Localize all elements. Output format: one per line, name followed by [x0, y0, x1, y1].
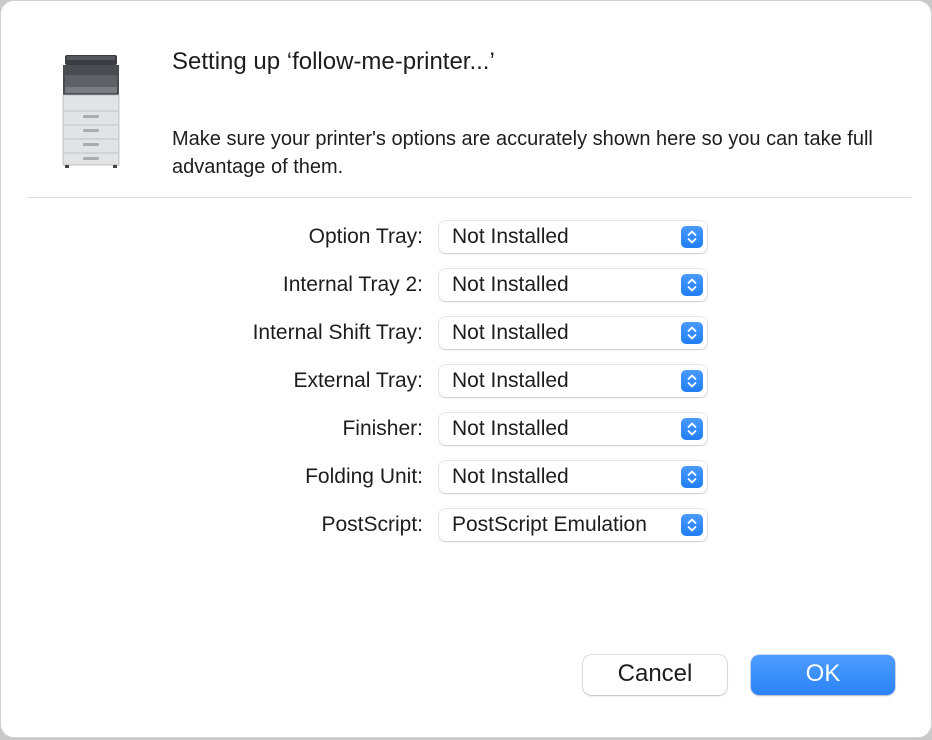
option-label: Finisher:	[342, 417, 423, 440]
folding-unit-popup[interactable]: Not Installed	[439, 461, 707, 493]
ok-button[interactable]: OK	[751, 655, 895, 695]
chevron-up-down-icon	[681, 274, 703, 296]
popup-value: Not Installed	[452, 273, 569, 296]
dialog-message: Make sure your printer's options are acc…	[172, 128, 873, 178]
option-row-external-tray: External Tray: Not Installed	[1, 363, 931, 399]
popup-value: PostScript Emulation	[452, 513, 647, 536]
option-row-internal-tray-2: Internal Tray 2: Not Installed	[1, 267, 931, 303]
option-label: Option Tray:	[308, 225, 423, 248]
internal-shift-tray-popup[interactable]: Not Installed	[439, 317, 707, 349]
finisher-popup[interactable]: Not Installed	[439, 413, 707, 445]
option-label: PostScript:	[321, 513, 423, 536]
chevron-up-down-icon	[681, 370, 703, 392]
chevron-up-down-icon	[681, 322, 703, 344]
multifunction-printer-icon	[62, 55, 120, 168]
option-label: Internal Shift Tray:	[252, 321, 423, 344]
option-row-postscript: PostScript: PostScript Emulation	[1, 507, 931, 543]
external-tray-popup[interactable]: Not Installed	[439, 365, 707, 397]
printer-setup-dialog: Setting up ‘follow-me-printer...’ Make s…	[0, 0, 932, 738]
option-row-finisher: Finisher: Not Installed	[1, 411, 931, 447]
chevron-up-down-icon	[681, 418, 703, 440]
option-tray-popup[interactable]: Not Installed	[439, 221, 707, 253]
popup-value: Not Installed	[452, 465, 569, 488]
internal-tray-2-popup[interactable]: Not Installed	[439, 269, 707, 301]
option-label: Internal Tray 2:	[282, 273, 423, 296]
popup-value: Not Installed	[452, 225, 569, 248]
chevron-up-down-icon	[681, 466, 703, 488]
popup-value: Not Installed	[452, 417, 569, 440]
popup-value: Not Installed	[452, 321, 569, 344]
dialog-title: Setting up ‘follow-me-printer...’	[172, 48, 495, 75]
cancel-button[interactable]: Cancel	[583, 655, 727, 695]
option-label: Folding Unit:	[305, 465, 423, 488]
divider	[27, 197, 911, 198]
option-label: External Tray:	[293, 369, 423, 392]
postscript-popup[interactable]: PostScript Emulation	[439, 509, 707, 541]
popup-value: Not Installed	[452, 369, 569, 392]
option-row-internal-shift-tray: Internal Shift Tray: Not Installed	[1, 315, 931, 351]
option-row-folding-unit: Folding Unit: Not Installed	[1, 459, 931, 495]
chevron-up-down-icon	[681, 226, 703, 248]
option-row-option-tray: Option Tray: Not Installed	[1, 219, 931, 255]
chevron-up-down-icon	[681, 514, 703, 536]
